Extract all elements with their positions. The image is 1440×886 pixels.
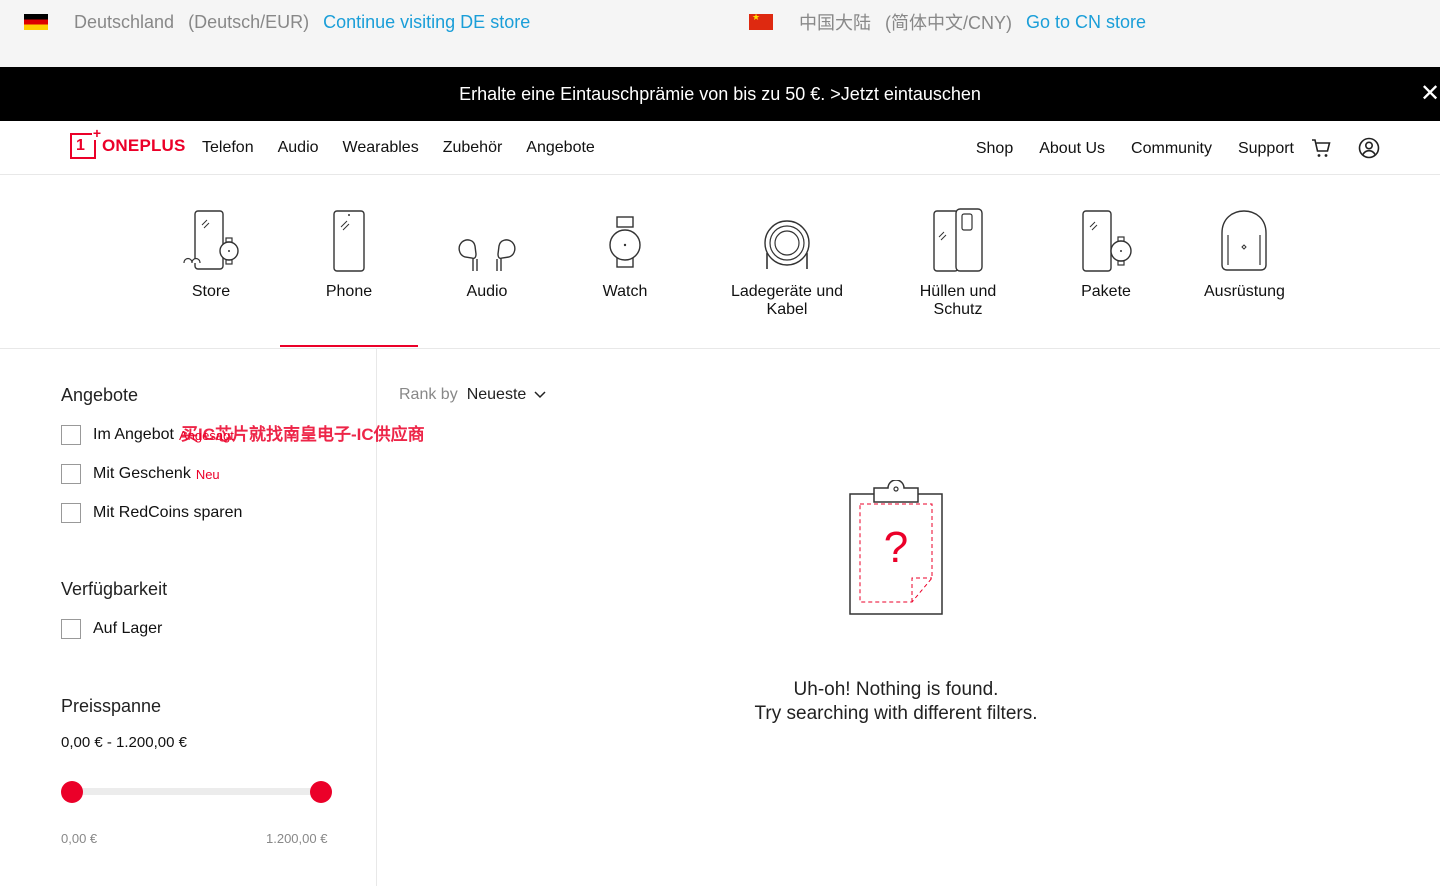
sort-control: Rank by Neueste — [399, 386, 546, 404]
price-slider-max-handle[interactable] — [310, 781, 332, 803]
sort-label: Rank by — [399, 386, 458, 403]
sort-dropdown[interactable]: Neueste — [467, 386, 527, 404]
filter-option-label: Auf Lager — [93, 620, 163, 637]
oneplus-logo[interactable]: 1 + ONEPLUS — [70, 126, 186, 159]
promo-text[interactable]: Erhalte eine Eintauschprämie von bis zu … — [459, 84, 981, 105]
germany-flag-icon — [24, 14, 48, 30]
nav-item-support[interactable]: Support — [1238, 140, 1294, 158]
checkbox[interactable] — [61, 503, 81, 523]
category-bundles[interactable]: Pakete — [1076, 207, 1136, 301]
checkbox[interactable] — [61, 619, 81, 639]
filter-option-label: Mit RedCoins sparen — [93, 504, 243, 521]
primary-nav: Telefon Audio Wearables Zubehör Angebote — [202, 139, 619, 157]
category-label: Store — [191, 283, 231, 300]
category-label: Ladegeräte und Kabel — [730, 283, 844, 318]
category-watch[interactable]: Watch — [595, 207, 655, 301]
region-de: Deutschland (Deutsch/EUR) Continue visit… — [24, 10, 530, 34]
price-slider-track[interactable] — [72, 788, 322, 795]
category-audio[interactable]: Audio — [455, 207, 519, 301]
filter-option-in-stock[interactable]: Auf Lager — [61, 619, 162, 639]
filter-option-label: Im Angebot — [93, 426, 174, 443]
nav-item-telefon[interactable]: Telefon — [202, 139, 254, 157]
region-bar: Deutschland (Deutsch/EUR) Continue visit… — [0, 0, 1440, 67]
empty-state-message: Uh-oh! Nothing is found. Try searching w… — [696, 678, 1096, 726]
category-store[interactable]: Store — [181, 207, 241, 301]
empty-state-line2: Try searching with different filters. — [754, 703, 1038, 724]
watch-icon — [609, 216, 641, 268]
category-chargers-cables[interactable]: Ladegeräte und Kabel — [709, 207, 865, 319]
china-flag-icon — [749, 12, 773, 30]
nav-item-shop[interactable]: Shop — [976, 140, 1013, 158]
empty-state-line1: Uh-oh! Nothing is found. — [793, 679, 999, 700]
promo-banner: Erhalte eine Eintauschprämie von bis zu … — [0, 67, 1440, 121]
category-gear[interactable]: Ausrüstung — [1204, 207, 1285, 301]
filter-option-label: Mit Geschenk — [93, 465, 191, 482]
region-country: Deutschland — [74, 11, 175, 32]
filter-title-offers: Angebote — [61, 385, 139, 405]
category-cases-protection[interactable]: Hüllen und Schutz — [894, 207, 1022, 319]
category-label: Phone — [325, 283, 373, 300]
price-slider-min-handle[interactable] — [61, 781, 83, 803]
logo-text: ONEPLUS — [102, 136, 186, 155]
cable-icon — [764, 220, 810, 269]
user-icon[interactable] — [1358, 137, 1380, 159]
checkbox[interactable] — [61, 425, 81, 445]
oneplus-logo-icon: 1 + — [70, 126, 102, 159]
filter-option-with-gift[interactable]: Mit Geschenk Neu — [61, 464, 220, 484]
filter-tag: Neu — [195, 466, 220, 482]
backpack-icon — [1221, 210, 1267, 271]
category-row: Store Phone Audio Watch Ladegeräte und K… — [0, 175, 1440, 349]
region-language: (Deutsch/EUR) — [188, 11, 310, 32]
price-range-text: 0,00 € - 1.200,00 € — [61, 734, 187, 751]
region-country: 中国大陆 — [799, 13, 871, 33]
question-mark: ? — [884, 523, 908, 572]
phone-icon — [333, 210, 365, 272]
cart-icon[interactable] — [1310, 137, 1332, 159]
nav-item-audio[interactable]: Audio — [278, 139, 319, 157]
category-label: Pakete — [1081, 283, 1131, 300]
filter-title-availability: Verfügbarkeit — [61, 579, 168, 599]
case-icon — [933, 208, 983, 272]
empty-clipboard-icon: ? — [849, 480, 943, 615]
region-language: (简体中文/CNY) — [885, 13, 1012, 33]
nav-item-angebote[interactable]: Angebote — [526, 139, 595, 157]
price-max-label: 1.200,00 € — [266, 831, 328, 846]
category-phone[interactable]: Phone — [319, 207, 379, 301]
category-label: Ausrüstung — [1204, 283, 1285, 300]
bundle-icon — [1082, 210, 1132, 272]
main-header: 1 + ONEPLUS Telefon Audio Wearables Zubeh… — [0, 121, 1440, 175]
nav-item-community[interactable]: Community — [1131, 140, 1212, 158]
filter-option-redcoins[interactable]: Mit RedCoins sparen — [61, 503, 242, 523]
go-to-cn-store-link[interactable]: Go to CN store — [1026, 12, 1146, 33]
nav-item-wearables[interactable]: Wearables — [343, 139, 419, 157]
chevron-down-icon[interactable] — [534, 391, 546, 399]
category-label: Hüllen und Schutz — [919, 283, 997, 318]
active-category-indicator — [280, 345, 418, 347]
category-label: Watch — [602, 283, 648, 300]
store-icon — [183, 210, 239, 270]
close-icon[interactable]: ✕ — [1420, 82, 1440, 106]
price-min-label: 0,00 € — [61, 831, 98, 846]
filter-title-price: Preisspanne — [61, 696, 162, 716]
nav-item-zubehoer[interactable]: Zubehör — [443, 139, 503, 157]
earbuds-icon — [458, 239, 516, 271]
secondary-nav: Shop About Us Community Support — [950, 140, 1294, 158]
continue-de-store-link[interactable]: Continue visiting DE store — [323, 12, 530, 33]
checkbox[interactable] — [61, 464, 81, 484]
nav-item-about-us[interactable]: About Us — [1039, 140, 1105, 158]
watermark-text: 买IC芯片就找南皇电子-IC供应商 — [181, 425, 425, 444]
region-cn: 中国大陆 (简体中文/CNY) Go to CN store — [749, 10, 1146, 34]
category-label: Audio — [466, 283, 508, 300]
